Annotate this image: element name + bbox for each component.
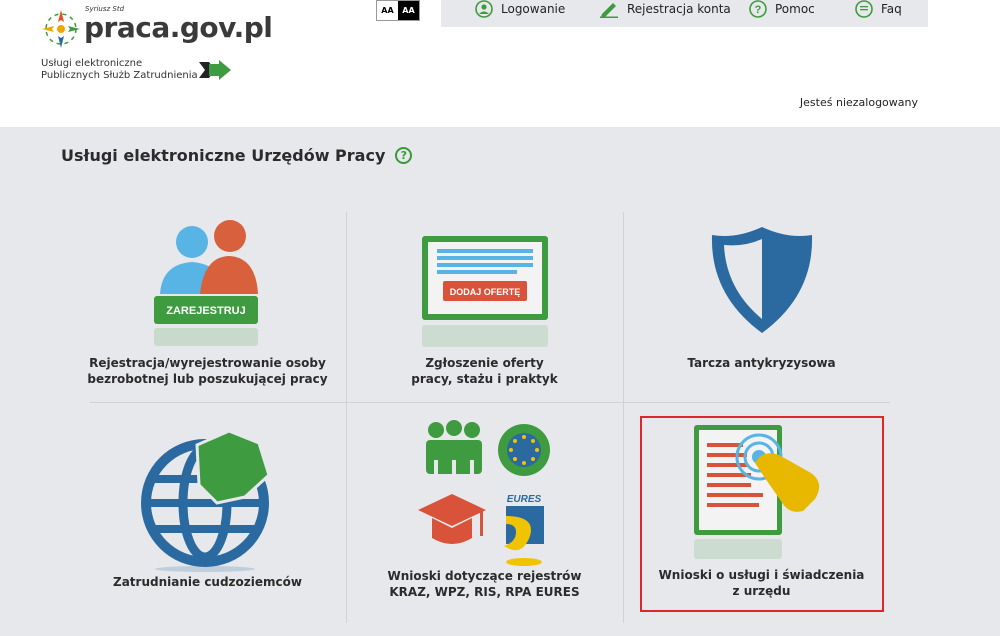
chat-icon: [855, 0, 873, 18]
svg-text:EURES: EURES: [507, 494, 542, 505]
eures-icon: EURES: [504, 494, 544, 566]
caption-line: bezrobotnej lub poszukującej pracy: [87, 372, 328, 386]
globe-icon: [141, 429, 271, 572]
contrast-switch: AA AA: [376, 0, 420, 21]
logo-text: praca.gov.pl: [84, 11, 273, 44]
section-title: Usługi elektroniczne Urzędów Pracy ?: [61, 146, 413, 165]
praca-logo-icon: [42, 10, 80, 48]
contrast-normal-button[interactable]: AA: [377, 1, 398, 20]
help-icon: ?: [749, 0, 767, 18]
tile-anti-crisis-shield[interactable]: Tarcza antykryzysowa: [623, 212, 900, 402]
tile-registers-text: Wnioski dotyczące rejestrów KRAZ, WPZ, R…: [346, 568, 623, 600]
header: Syriusz Std praca.gov.pl Usługi elektron…: [0, 0, 1000, 127]
site-logo[interactable]: Syriusz Std praca.gov.pl: [40, 5, 273, 55]
section-title-text: Usługi elektroniczne Urzędów Pracy: [61, 146, 386, 165]
tile-job-offer[interactable]: DODAJ OFERTĘ Zgłoszenie oferty pracy, st…: [346, 212, 623, 402]
psz-logo-icon: [199, 60, 231, 80]
caption-line: Zatrudnianie cudzoziemców: [113, 575, 302, 589]
selection-highlight: [640, 416, 884, 612]
caption-line: Wnioski dotyczące rejestrów: [387, 569, 582, 583]
zarejestruj-badge: ZAREJESTRUJ: [166, 305, 245, 317]
nav-login[interactable]: Logowanie: [475, 0, 565, 18]
tile-foreigners[interactable]: Zatrudnianie cudzoziemców: [69, 403, 346, 623]
tagline: Usługi elektroniczne Publicznych Służb Z…: [41, 58, 198, 82]
people-register-icon: ZAREJESTRUJ: [154, 220, 258, 346]
tile-anti-crisis-caption: Tarcza antykryzysowa: [623, 355, 900, 371]
caption-line: Zgłoszenie oferty: [425, 356, 544, 370]
help-circle-icon[interactable]: ?: [395, 147, 413, 164]
nav-help[interactable]: ? Pomoc: [749, 0, 815, 18]
nav-register[interactable]: Rejestracja konta: [599, 0, 731, 18]
pencil-icon: [600, 3, 618, 18]
svg-text:?: ?: [755, 4, 762, 16]
nav-help-label: Pomoc: [775, 2, 815, 16]
shield-icon: [711, 227, 813, 333]
caption-line: Tarcza antykryzysowa: [687, 356, 836, 370]
nav-login-label: Logowanie: [501, 2, 566, 16]
graduation-cap-icon: [418, 494, 486, 544]
nav-register-label: Rejestracja konta: [627, 2, 731, 16]
tile-registration[interactable]: ZAREJESTRUJ Rejestracja/wyrejestrowanie …: [69, 212, 346, 402]
login-status: Jesteś niezalogowany: [799, 96, 918, 109]
caption-line: KRAZ, WPZ, RIS, RPA EURES: [389, 585, 580, 599]
tile-registration-caption: Rejestracja/wyrejestrowanie osoby bezrob…: [69, 355, 346, 387]
tile-job-offer-caption: Zgłoszenie oferty pracy, stażu i praktyk: [346, 355, 623, 387]
nav-faq-label: Faq: [881, 2, 902, 16]
services-section: Usługi elektroniczne Urzędów Pracy ? ZAR…: [0, 127, 1000, 636]
tile-foreigners-caption: Zatrudnianie cudzoziemców: [69, 574, 346, 590]
dodaj-oferte-badge: DODAJ OFERTĘ: [450, 287, 521, 297]
eu-icon: [498, 424, 550, 476]
job-offer-icon: DODAJ OFERTĘ: [422, 236, 548, 347]
top-navigation: Logowanie Rejestracja konta ? Pomoc Faq: [441, 0, 928, 27]
caption-line: Rejestracja/wyrejestrowanie osoby: [89, 356, 326, 370]
tagline-line1: Usługi elektroniczne: [41, 58, 143, 69]
group-icon: [426, 420, 482, 474]
tagline-line2: Publicznych Służb Zatrudnienia: [41, 70, 198, 81]
user-icon: [475, 0, 493, 18]
contrast-high-button[interactable]: AA: [398, 1, 419, 20]
registers-icon: EURES: [418, 420, 550, 566]
caption-line: pracy, stażu i praktyk: [411, 372, 558, 386]
nav-faq[interactable]: Faq: [855, 0, 902, 18]
